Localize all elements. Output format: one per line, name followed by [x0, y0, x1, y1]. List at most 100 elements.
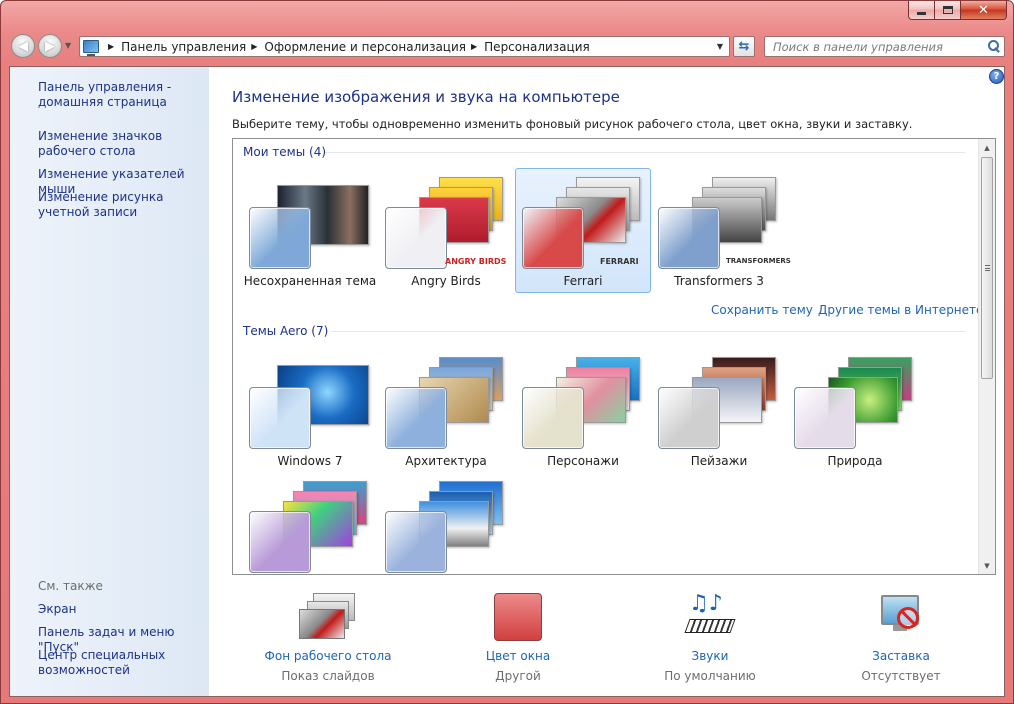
theme-windows-7[interactable]: Windows 7 [242, 348, 378, 473]
theme-label: Ferrari [563, 274, 603, 288]
aero-themes-header: Темы Aero (7) [243, 324, 329, 338]
screensaver-value: Отсутствует [861, 669, 941, 683]
theme-angry-birds[interactable]: ANGRY BIRDS Angry Birds [378, 168, 514, 293]
theme-label: Несохраненная тема [243, 274, 377, 288]
group-divider [325, 152, 965, 153]
theme-brand-logo: ANGRY BIRDS [445, 257, 507, 266]
theme-aero-7[interactable] [378, 472, 514, 574]
theme-list-scrollbar[interactable]: ▲ ▼ [978, 139, 995, 574]
window-color-swatch [522, 387, 584, 449]
chevron-right-icon[interactable]: ▶ [108, 42, 114, 51]
window-color-swatch [249, 511, 311, 573]
sounds-link[interactable]: Звуки [630, 649, 790, 663]
theme-label: Windows 7 [277, 454, 343, 468]
window-color-swatch [658, 207, 720, 269]
maximize-button[interactable] [935, 1, 961, 20]
theme-transformers[interactable]: TRANSFORMERS Transformers 3 [651, 168, 791, 293]
screensaver-setting[interactable]: Заставка Отсутствует [821, 589, 981, 689]
control-panel-icon [83, 40, 99, 56]
window-color-swatch [249, 207, 311, 269]
theme-label: Персонажи [547, 454, 619, 468]
window-color-swatch [794, 387, 856, 449]
address-bar[interactable]: ▶ Панель управления ▶ Оформление и персо… [79, 36, 730, 57]
window-color-swatch [658, 387, 720, 449]
chevron-down-icon: ▼ [65, 41, 72, 50]
search-icon[interactable] [984, 37, 1004, 56]
theme-ferrari[interactable]: FERRARI Ferrari [515, 168, 651, 293]
theme-unsaved[interactable]: Несохраненная тема [242, 168, 378, 293]
see-also-title: См. также [38, 579, 103, 593]
window-color-swatch [385, 207, 447, 269]
window-color-link[interactable]: Цвет окна [438, 649, 598, 663]
theme-architecture[interactable]: Архитектура [378, 348, 514, 473]
sounds-setting[interactable]: ♫♪ Звуки По умолчанию [630, 589, 790, 689]
see-also-display[interactable]: Экран [38, 602, 208, 617]
scroll-up-icon[interactable]: ▲ [979, 139, 995, 156]
save-theme-link[interactable]: Сохранить тему [711, 303, 813, 317]
caption-buttons: ✕ [908, 1, 1007, 20]
maximize-icon [942, 6, 953, 14]
minimize-icon [917, 11, 926, 15]
window-color-value: Другой [495, 669, 541, 683]
desktop-background-icon [299, 593, 357, 641]
help-icon[interactable]: ? [989, 69, 1004, 84]
breadcrumb-personalization[interactable]: Персонализация [484, 40, 590, 54]
see-also-ease-of-access[interactable]: Центр специальных возможностей [38, 648, 208, 678]
my-themes-header: Мои темы (4) [243, 145, 327, 159]
desktop-background-setting[interactable]: Фон рабочего стола Показ слайдов [248, 589, 408, 689]
window: ✕ ◀ ▶ ▼ ▶ Панель управления ▶ Оформление… [0, 0, 1014, 704]
theme-brand-logo: TRANSFORMERS [726, 257, 791, 265]
theme-brand-logo: FERRARI [600, 257, 639, 266]
theme-label: Transformers 3 [674, 274, 764, 288]
window-color-swatch [522, 207, 584, 269]
refresh-icon: ⇆ [738, 39, 750, 54]
window-color-swatch [249, 387, 311, 449]
window-color-icon [494, 593, 542, 641]
minimize-button[interactable] [908, 1, 935, 20]
group-divider [331, 331, 965, 332]
chevron-right-icon[interactable]: ▶ [251, 42, 257, 51]
sounds-value: По умолчанию [664, 669, 756, 683]
window-color-swatch [385, 511, 447, 573]
theme-characters[interactable]: Персонажи [515, 348, 651, 473]
window-color-setting[interactable]: Цвет окна Другой [438, 589, 598, 689]
breadcrumb-control-panel[interactable]: Панель управления [121, 40, 246, 54]
search-box [764, 36, 1005, 57]
theme-aero-6[interactable] [242, 472, 378, 574]
theme-label: Природа [827, 454, 883, 468]
refresh-button[interactable]: ⇆ [733, 36, 755, 57]
theme-label: Архитектура [405, 454, 487, 468]
theme-nature[interactable]: Природа [787, 348, 923, 473]
window-color-swatch [385, 387, 447, 449]
theme-label: Пейзажи [690, 454, 748, 468]
scroll-down-icon[interactable]: ▼ [979, 557, 995, 574]
arrow-left-icon: ◀ [18, 38, 28, 54]
sidebar-link-account-picture[interactable]: Изменение рисунка учетной записи [38, 190, 208, 220]
close-button[interactable]: ✕ [961, 1, 1007, 20]
arrow-right-icon: ▶ [45, 38, 55, 54]
close-icon: ✕ [978, 2, 989, 18]
screensaver-link[interactable]: Заставка [821, 649, 981, 663]
sidebar: Панель управления - домашняя страница Из… [10, 67, 209, 696]
address-dropdown-icon[interactable]: ▼ [711, 42, 729, 51]
breadcrumb-appearance[interactable]: Оформление и персонализация [264, 40, 466, 54]
theme-list: Мои темы (4) Несохраненная тема ANGRY BI… [232, 138, 996, 575]
scrollbar-thumb[interactable] [981, 157, 993, 379]
online-themes-link[interactable]: Другие темы в Интернете [818, 303, 983, 317]
page-description: Выберите тему, чтобы одновременно измени… [232, 117, 913, 131]
sounds-icon: ♫♪ [684, 591, 736, 641]
desktop-background-value: Показ слайдов [281, 669, 375, 683]
screensaver-icon [877, 593, 925, 641]
client-area: Панель управления - домашняя страница Из… [9, 66, 1005, 697]
search-input[interactable] [773, 39, 984, 54]
back-button[interactable]: ◀ [11, 34, 35, 58]
recent-pages-dropdown[interactable]: ▼ [65, 41, 71, 50]
theme-label: Angry Birds [411, 274, 481, 288]
desktop-background-link[interactable]: Фон рабочего стола [248, 649, 408, 663]
sidebar-link-desktop-icons[interactable]: Изменение значков рабочего стола [38, 129, 208, 159]
theme-landscapes[interactable]: Пейзажи [651, 348, 787, 473]
forward-button[interactable]: ▶ [38, 34, 62, 58]
page-title: Изменение изображения и звука на компьют… [232, 88, 620, 106]
sidebar-link-home[interactable]: Панель управления - домашняя страница [38, 80, 208, 110]
chevron-right-icon[interactable]: ▶ [471, 42, 477, 51]
